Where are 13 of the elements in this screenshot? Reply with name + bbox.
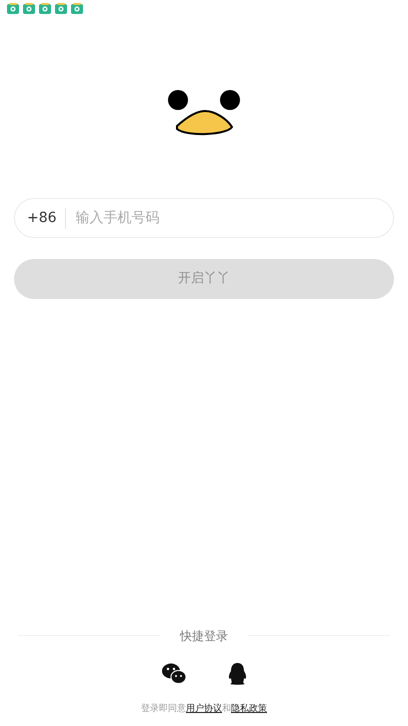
country-code[interactable]: +86	[27, 208, 66, 228]
app-notification-icon	[71, 3, 83, 14]
app-notification-icon	[55, 3, 67, 14]
agreement-text: 登录即同意用户协议和隐私政策	[140, 702, 268, 716]
phone-input-field[interactable]: +86 输入手机号码	[14, 198, 394, 238]
app-notification-icon	[7, 3, 19, 14]
app-notification-icon	[39, 3, 51, 14]
user-agreement-link[interactable]: 用户协议	[186, 704, 222, 714]
app-notification-icon	[23, 3, 35, 14]
quick-login-title: 快捷登录	[180, 628, 228, 644]
chat-bubbles-icon[interactable]	[162, 662, 186, 684]
penguin-icon[interactable]	[228, 662, 246, 684]
privacy-policy-link[interactable]: 隐私政策	[231, 704, 267, 714]
